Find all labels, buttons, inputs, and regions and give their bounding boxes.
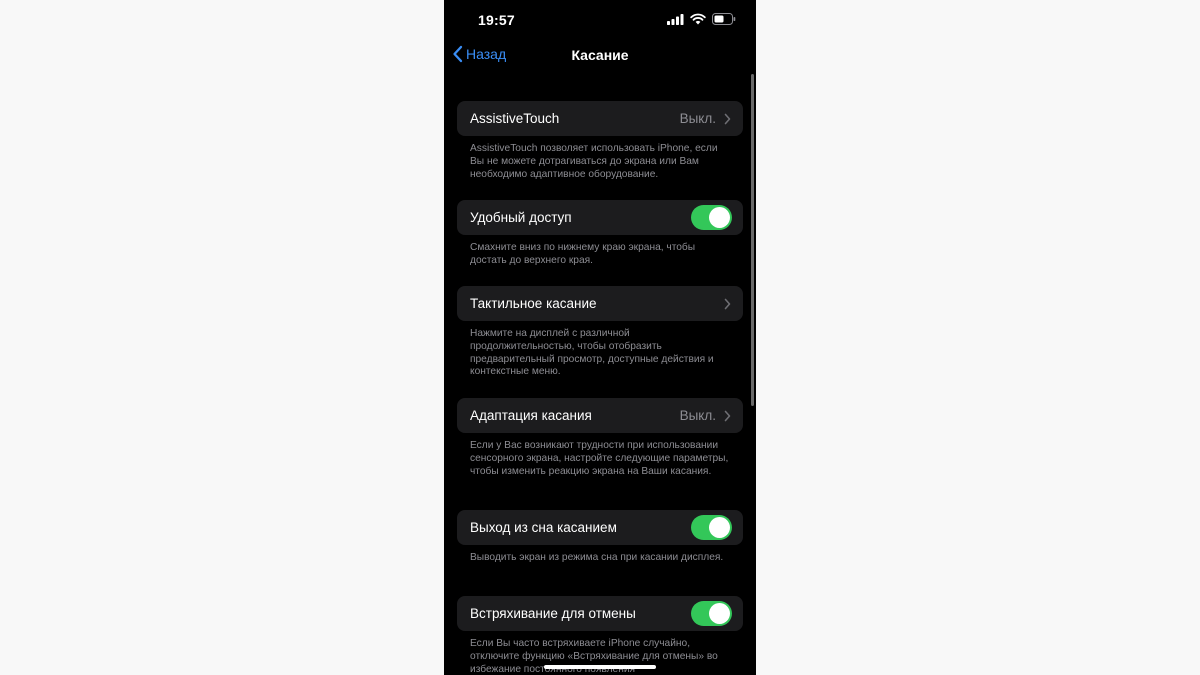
cell-shake-to-undo[interactable]: Встряхивание для отмены [457,596,743,631]
group-shake-to-undo: Встряхивание для отмены Если Вы часто вс… [457,596,743,675]
reachability-toggle[interactable] [691,205,732,230]
toggle-knob [709,603,730,624]
cell-label: Удобный доступ [470,210,572,225]
toggle-knob [709,517,730,538]
page-title: Касание [571,47,629,63]
chevron-right-icon [724,113,731,124]
chevron-right-icon [724,410,731,421]
cellular-signal-icon [667,13,684,25]
tap-to-wake-toggle[interactable] [691,515,732,540]
cell-value: Выкл. [679,111,716,126]
status-time: 19:57 [478,12,515,28]
cell-label: AssistiveTouch [470,111,560,126]
group-touch-accommodations: Адаптация касания Выкл. Если у Вас возни… [457,398,743,510]
group-reachability: Удобный доступ Смахните вниз по нижнему … [457,200,743,286]
cell-label: Выход из сна касанием [470,520,617,535]
cell-footer: Выводить экран из режима сна при касании… [470,552,724,563]
group-tap-to-wake: Выход из сна касанием Выводить экран из … [457,510,743,596]
shake-to-undo-toggle[interactable] [691,601,732,626]
cell-label: Встряхивание для отмены [470,606,636,621]
status-icons [667,13,736,25]
cell-footer: Если у Вас возникают трудности при испол… [470,440,729,477]
battery-icon [712,13,736,25]
settings-list: AssistiveTouch Выкл. AssistiveTouch позв… [457,101,743,675]
cell-footer: AssistiveTouch позволяет использовать iP… [470,143,718,180]
group-assistivetouch: AssistiveTouch Выкл. AssistiveTouch позв… [457,101,743,200]
cell-touch-accommodations[interactable]: Адаптация касания Выкл. [457,398,743,433]
toggle-knob [709,207,730,228]
cell-footer: Нажмите на дисплей с различной продолжит… [470,328,714,378]
home-indicator[interactable] [544,665,656,669]
cell-reachability[interactable]: Удобный доступ [457,200,743,235]
phone-screen: 19:57 Назад Касание AssistiveTouch Выкл.… [444,0,756,675]
cell-value: Выкл. [679,408,716,423]
chevron-right-icon [724,298,731,309]
group-haptic-touch: Тактильное касание Нажмите на дисплей с … [457,286,743,398]
cell-footer: Смахните вниз по нижнему краю экрана, чт… [470,242,696,266]
navigation-bar: Назад Касание [444,40,756,72]
cell-assistivetouch[interactable]: AssistiveTouch Выкл. [457,101,743,136]
wifi-icon [690,13,706,25]
status-bar: 19:57 [444,0,756,40]
cell-haptic-touch[interactable]: Тактильное касание [457,286,743,321]
scroll-indicator[interactable] [751,74,754,406]
cell-tap-to-wake[interactable]: Выход из сна касанием [457,510,743,545]
cell-label: Адаптация касания [470,408,592,423]
cell-label: Тактильное касание [470,296,597,311]
